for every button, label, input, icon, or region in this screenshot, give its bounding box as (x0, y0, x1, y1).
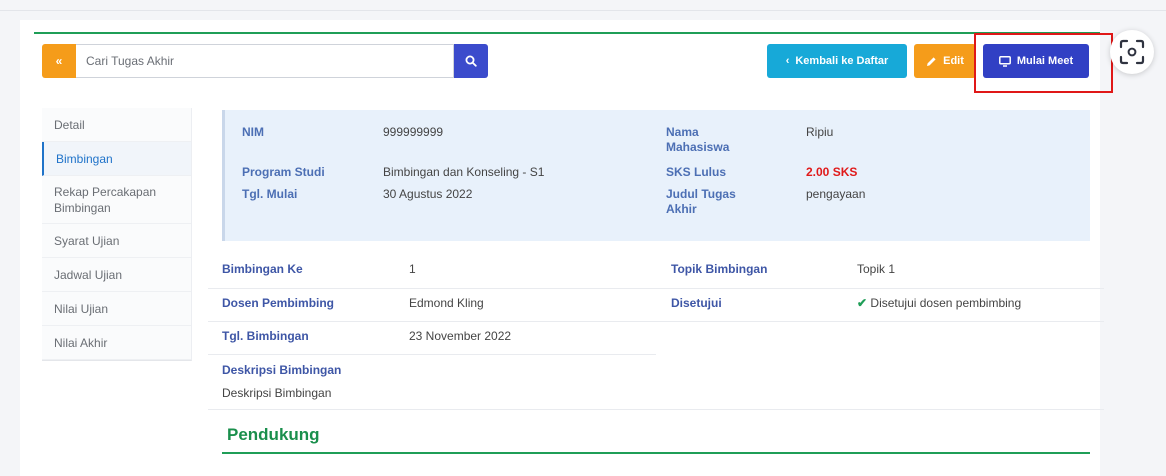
sidebar-item-jadwal-ujian[interactable]: Jadwal Ujian (42, 258, 191, 292)
row-divider (208, 321, 1104, 322)
tgl-mulai-label: Tgl. Mulai (242, 187, 298, 201)
sidebar-item-nilai-akhir[interactable]: Nilai Akhir (42, 326, 191, 360)
sidebar-item-nilai-ujian[interactable]: Nilai Ujian (42, 292, 191, 326)
sidebar-item-bimbingan[interactable]: Bimbingan (42, 142, 191, 176)
sidebar-item-label: Detail (54, 117, 85, 132)
program-studi-label: Program Studi (242, 165, 325, 179)
student-info-panel: NIM 999999999 Program Studi Bimbingan da… (222, 110, 1090, 241)
highlight-annotation-box (974, 33, 1113, 93)
sidebar-item-syarat-ujian[interactable]: Syarat Ujian (42, 224, 191, 258)
bimbingan-ke-value: 1 (409, 262, 416, 276)
bimbingan-ke-label: Bimbingan Ke (222, 262, 303, 276)
sks-lulus-label: SKS Lulus (666, 165, 727, 179)
disetujui-value: ✔ Disetujui dosen pembimbing (857, 296, 1021, 310)
topik-bimbingan-value: Topik 1 (857, 262, 896, 276)
disetujui-text: Disetujui dosen pembimbing (870, 296, 1022, 310)
sidebar-item-detail[interactable]: Detail (42, 108, 191, 142)
disetujui-label: Disetujui (671, 296, 722, 310)
sidebar-item-label: Rekap Percakapan Bimbingan (54, 184, 157, 215)
tgl-bimbingan-value: 23 November 2022 (409, 329, 512, 343)
search-icon (465, 55, 477, 67)
scan-face-icon (1119, 39, 1145, 65)
toolbar: « ‹ Kembali ke Daftar Edit Mulai Meet (42, 44, 1092, 78)
deskripsi-bimbingan-label: Deskripsi Bimbingan (222, 363, 342, 377)
dosen-pembimbing-label: Dosen Pembimbing (222, 296, 335, 310)
judul-tugas-akhir-value: pengayaan (806, 187, 866, 201)
back-to-list-label: Kembali ke Daftar (795, 55, 889, 67)
sidebar-item-label: Nilai Akhir (54, 335, 108, 350)
sidebar-item-label: Bimbingan (56, 151, 113, 166)
tgl-mulai-value: 30 Agustus 2022 (383, 187, 473, 201)
edit-label: Edit (943, 55, 964, 67)
pendukung-section-underline (222, 452, 1090, 454)
dosen-pembimbing-value: Edmond Kling (409, 296, 484, 310)
sidebar-item-rekap-percakapan[interactable]: Rekap Percakapan Bimbingan (42, 176, 191, 224)
search-input[interactable] (76, 44, 454, 78)
chevron-left-icon: ‹ (785, 55, 790, 67)
scan-button[interactable] (1110, 30, 1154, 74)
edit-button[interactable]: Edit (914, 44, 976, 78)
sidebar: Detail Bimbingan Rekap Percakapan Bimbin… (42, 108, 192, 361)
page-top-divider (0, 10, 1166, 11)
sidebar-toggle-button[interactable]: « (42, 44, 76, 78)
pendukung-section-title: Pendukung (227, 425, 320, 444)
row-divider (208, 288, 1104, 289)
nama-mahasiswa-label: Nama Mahasiswa (666, 125, 730, 154)
check-icon: ✔ (857, 296, 868, 310)
back-to-list-button[interactable]: ‹ Kembali ke Daftar (767, 44, 907, 78)
double-chevron-left-icon: « (55, 54, 63, 68)
deskripsi-bimbingan-value: Deskripsi Bimbingan (222, 386, 332, 400)
search-button[interactable] (454, 44, 488, 78)
topik-bimbingan-label: Topik Bimbingan (671, 262, 768, 276)
sidebar-item-label: Syarat Ujian (54, 233, 120, 248)
nama-mahasiswa-value: Ripiu (806, 125, 834, 139)
judul-tugas-akhir-label: Judul Tugas Akhir (666, 187, 736, 216)
pencil-icon (927, 56, 936, 66)
row-divider (208, 354, 656, 355)
sidebar-item-label: Nilai Ujian (54, 301, 109, 316)
program-studi-value: Bimbingan dan Konseling - S1 (383, 165, 545, 179)
sks-lulus-value: 2.00 SKS (806, 165, 858, 179)
nim-value: 999999999 (383, 125, 444, 139)
nim-label: NIM (242, 125, 264, 139)
sidebar-item-label: Jadwal Ujian (54, 267, 123, 282)
tgl-bimbingan-label: Tgl. Bimbingan (222, 329, 309, 343)
card-top-accent (34, 32, 1100, 34)
row-divider (208, 409, 1104, 410)
